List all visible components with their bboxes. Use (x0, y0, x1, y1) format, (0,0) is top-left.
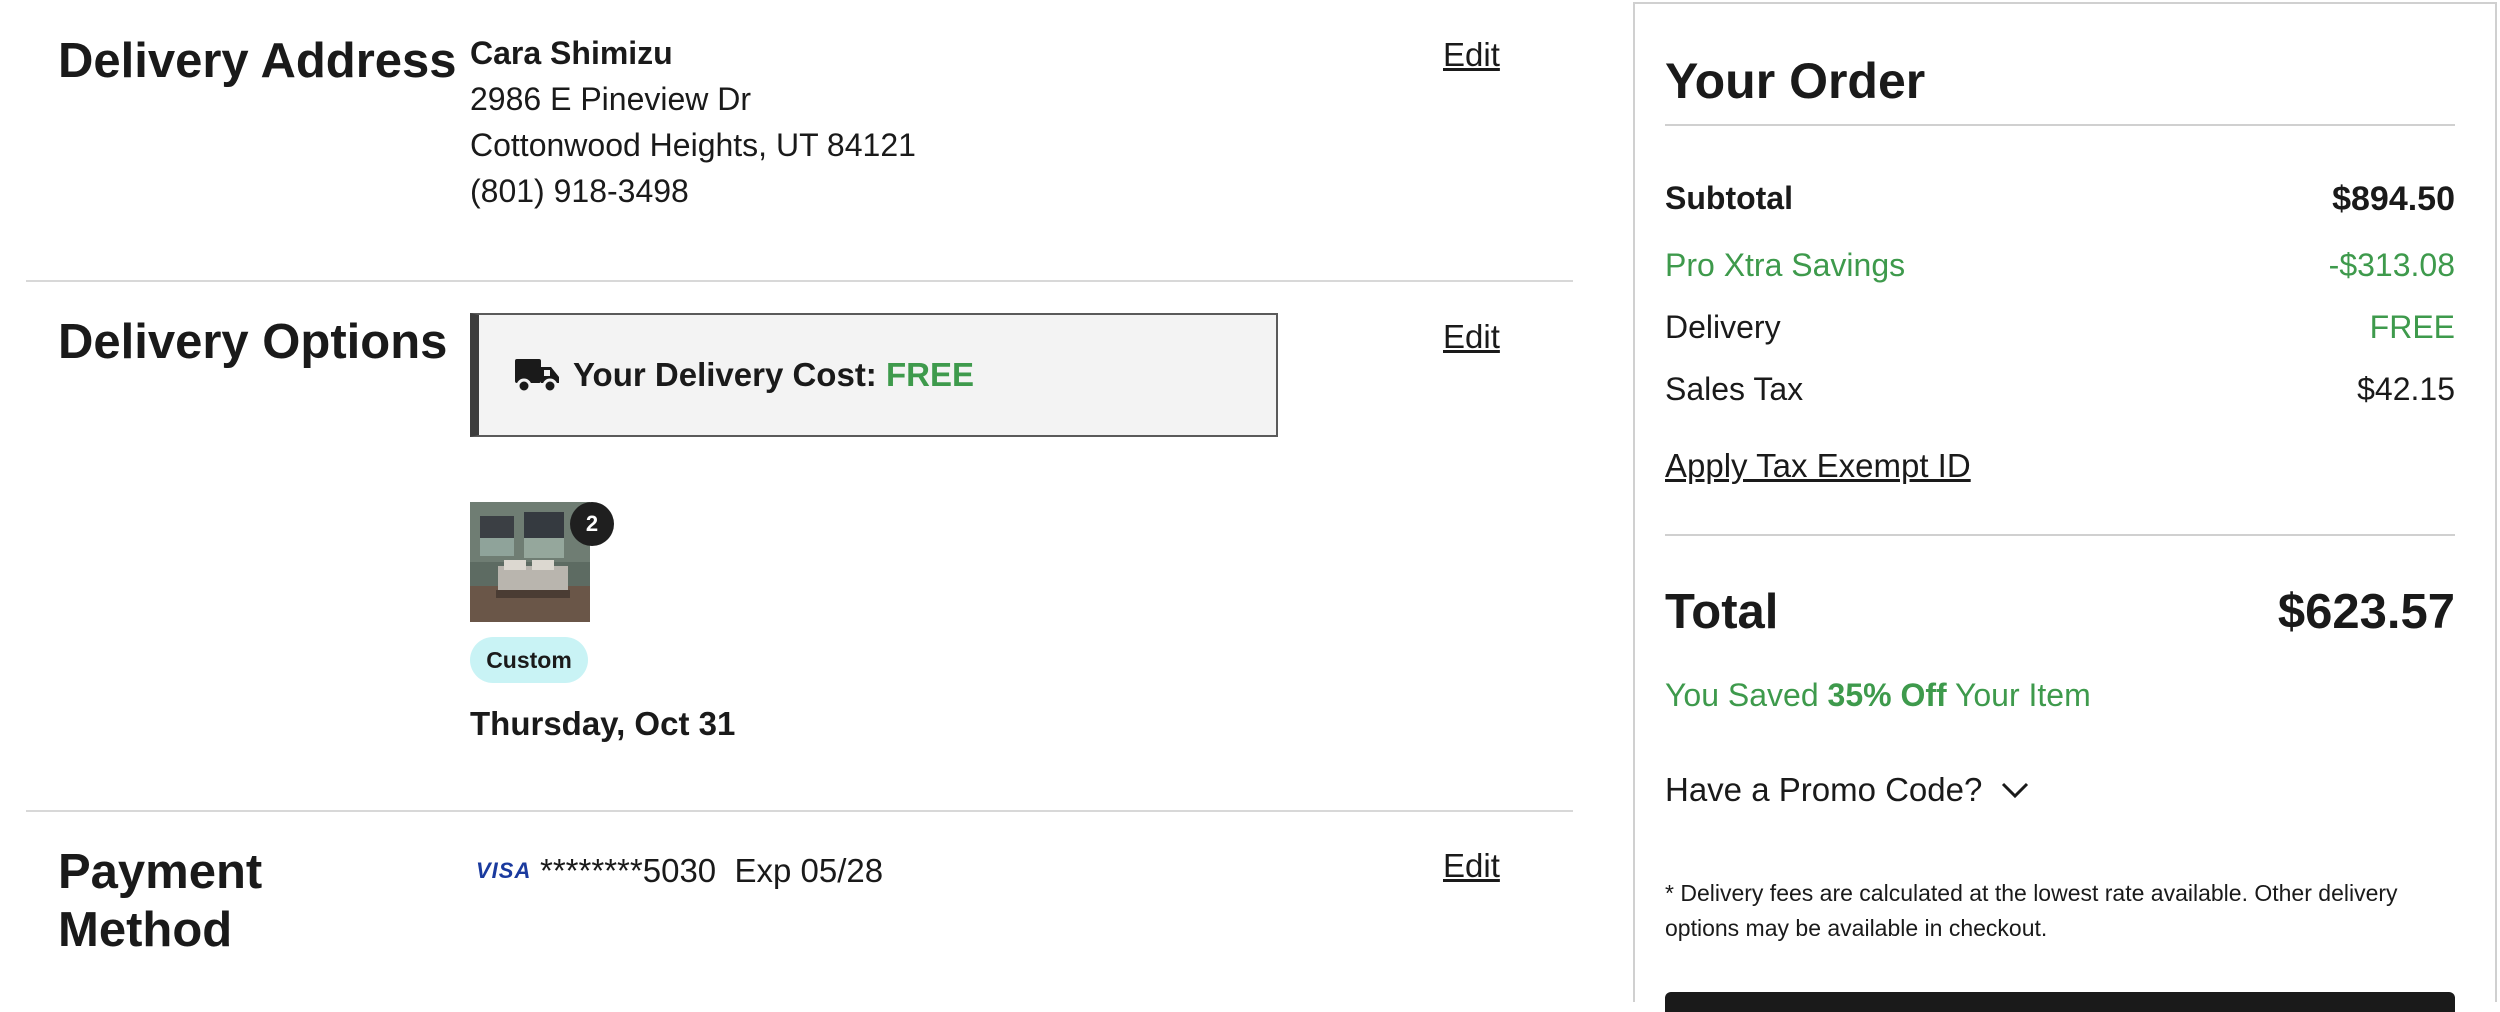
visa-icon: VISA (476, 858, 532, 883)
delivery-options-title: Delivery Options (58, 315, 448, 369)
apply-tax-exempt-link[interactable]: Apply Tax Exempt ID (1665, 447, 1971, 485)
recipient-name: Cara Shimizu (470, 35, 673, 71)
delivery-value: FREE (2369, 309, 2455, 345)
delivery-cost-label: Your Delivery Cost: FREE (573, 356, 974, 394)
total-value: $623.57 (2277, 585, 2455, 639)
savings-label: Pro Xtra Savings (1665, 247, 1906, 283)
summary-divider (1665, 534, 2455, 536)
payment-title-line2: Method (58, 903, 233, 957)
payment-title-line1: Payment (58, 845, 263, 899)
subtotal-value: $894.50 (2332, 180, 2455, 218)
edit-delivery-options-link[interactable]: Edit (1443, 318, 1500, 356)
checkout-button[interactable] (1665, 992, 2455, 1012)
saved-percent: 35% Off (1827, 677, 1947, 713)
subtotal-row: Subtotal $894.50 (1665, 180, 2455, 219)
section-divider (26, 280, 1573, 282)
phone-number: (801) 918-3498 (470, 173, 689, 209)
card-number: ********5030 (540, 852, 717, 889)
payment-method-title: Payment Method (58, 843, 262, 959)
summary-divider (1665, 124, 2455, 126)
savings-message: You Saved 35% Off Your Item (1665, 677, 2091, 714)
promo-code-label: Have a Promo Code? (1665, 771, 1983, 808)
sales-tax-value: $42.15 (2357, 371, 2455, 407)
delivery-fee-note: * Delivery fees are calculated at the lo… (1665, 880, 2398, 941)
delivery-date: Thursday, Oct 31 (470, 705, 736, 742)
total-row: Total $623.57 (1665, 584, 2455, 640)
card-details: ********5030 Exp 05/28 (540, 852, 883, 890)
quantity-badge: 2 (570, 502, 614, 546)
delivery-cost-text: Your Delivery Cost: (573, 356, 877, 393)
savings-value: -$313.08 (2328, 247, 2455, 283)
sales-tax-row: Sales Tax $42.15 (1665, 371, 2455, 408)
street-address: 2986 E Pineview Dr (470, 81, 752, 117)
delivery-cost-box: Your Delivery Cost: FREE (470, 313, 1278, 437)
edit-payment-link[interactable]: Edit (1443, 847, 1500, 885)
order-summary-title: Your Order (1665, 53, 1926, 109)
edit-address-link[interactable]: Edit (1443, 36, 1500, 74)
delivery-address-block: Cara Shimizu 2986 E Pineview Dr Cottonwo… (470, 30, 916, 214)
total-label: Total (1665, 585, 1779, 639)
savings-row: Pro Xtra Savings -$313.08 (1665, 247, 2455, 284)
promo-code-toggle[interactable]: Have a Promo Code? (1665, 771, 2030, 809)
section-divider (26, 810, 1573, 812)
truck-icon (515, 359, 559, 394)
subtotal-label: Subtotal (1665, 180, 1793, 216)
sales-tax-label: Sales Tax (1665, 371, 1804, 407)
saved-suffix: Your Item (1954, 677, 2091, 713)
card-expiry: Exp 05/28 (734, 852, 884, 889)
order-summary-panel: Your Order Subtotal $894.50 Pro Xtra Sav… (1633, 2, 2497, 1012)
saved-prefix: You Saved (1665, 677, 1819, 713)
delivery-cost-value: FREE (885, 356, 974, 393)
delivery-address-title: Delivery Address (58, 34, 457, 88)
custom-tag: Custom (470, 637, 588, 683)
checkout-details: Delivery Address Cara Shimizu 2986 E Pin… (0, 0, 1600, 994)
city-state-zip: Cottonwood Heights, UT 84121 (470, 127, 916, 163)
chevron-down-icon (2002, 782, 2029, 799)
delivery-label: Delivery (1665, 309, 1781, 345)
delivery-row: Delivery FREE (1665, 309, 2455, 346)
